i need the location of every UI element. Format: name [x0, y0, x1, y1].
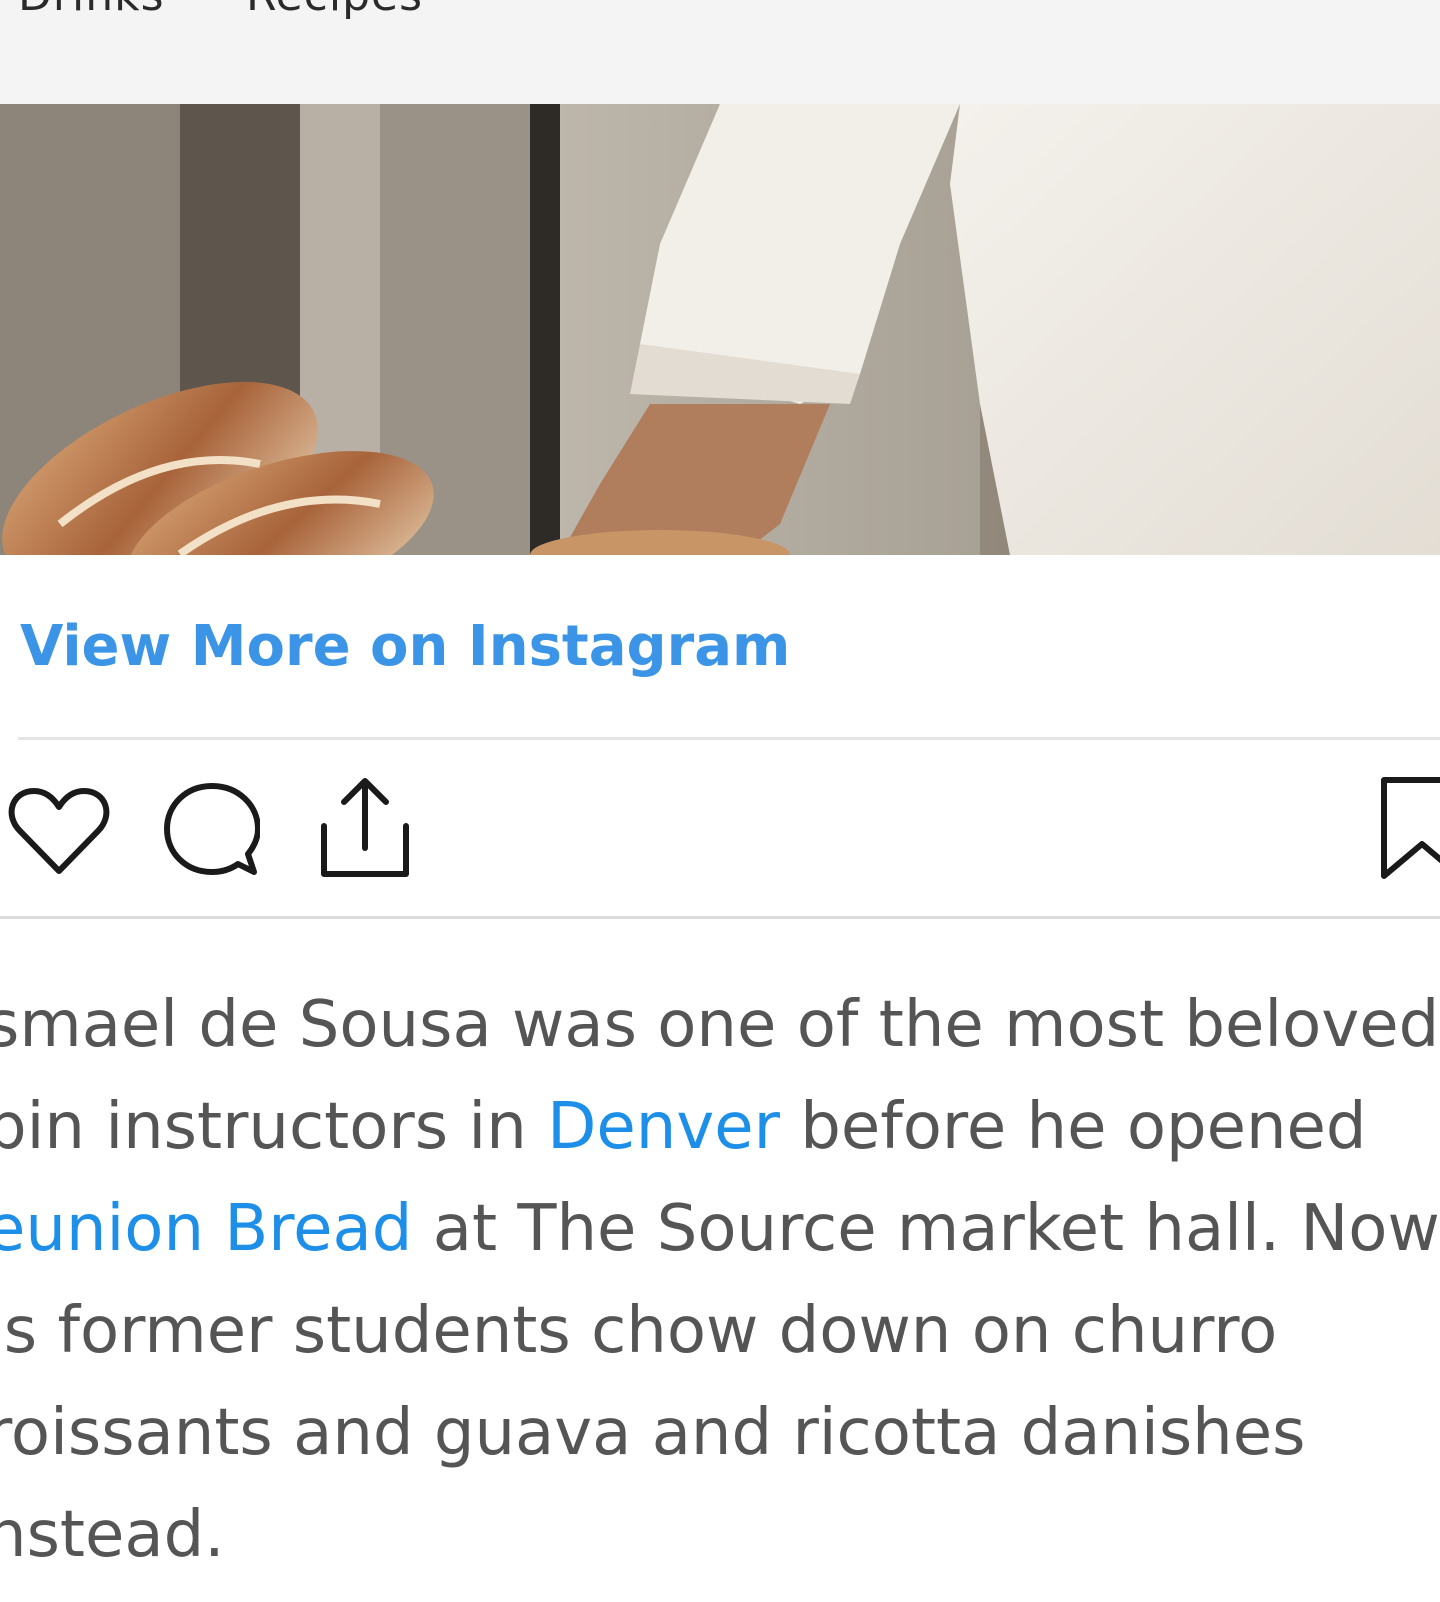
heart-icon[interactable]	[8, 785, 110, 877]
denver-link[interactable]: Denver	[547, 1090, 780, 1164]
instagram-post-photo[interactable]	[0, 104, 1440, 555]
comment-icon[interactable]	[164, 782, 260, 878]
share-icon[interactable]	[318, 776, 412, 880]
divider	[0, 916, 1440, 919]
baker-photo-illustration	[0, 104, 1440, 555]
paragraph-text: pin instructors in	[0, 1090, 548, 1164]
divider	[18, 737, 1440, 740]
nav-item-drinks[interactable]: Drinks	[18, 0, 165, 21]
view-more-on-instagram-link[interactable]: View More on Instagram	[20, 614, 790, 679]
paragraph-line: eunion Bread at The Source market hall. …	[0, 1178, 1440, 1280]
reunion-bread-link[interactable]: eunion Bread	[0, 1192, 412, 1266]
paragraph-line: nstead.	[0, 1498, 225, 1572]
top-navigation: Drinks Recipes	[0, 0, 1440, 104]
paragraph-line: pin instructors in Denver before he open…	[0, 1076, 1440, 1178]
paragraph-line: roissants and guava and ricotta danishes	[0, 1396, 1306, 1470]
paragraph-text: before he opened	[779, 1090, 1367, 1164]
bookmark-icon[interactable]	[1380, 776, 1440, 880]
paragraph-text: at The Source market hall. Now	[412, 1192, 1440, 1266]
nav-item-recipes[interactable]: Recipes	[246, 0, 423, 21]
paragraph-line: smael de Sousa was one of the most belov…	[0, 988, 1440, 1062]
article-paragraph: smael de Sousa was one of the most belov…	[0, 974, 1440, 1586]
paragraph-line: is former students chow down on churro	[0, 1294, 1278, 1368]
